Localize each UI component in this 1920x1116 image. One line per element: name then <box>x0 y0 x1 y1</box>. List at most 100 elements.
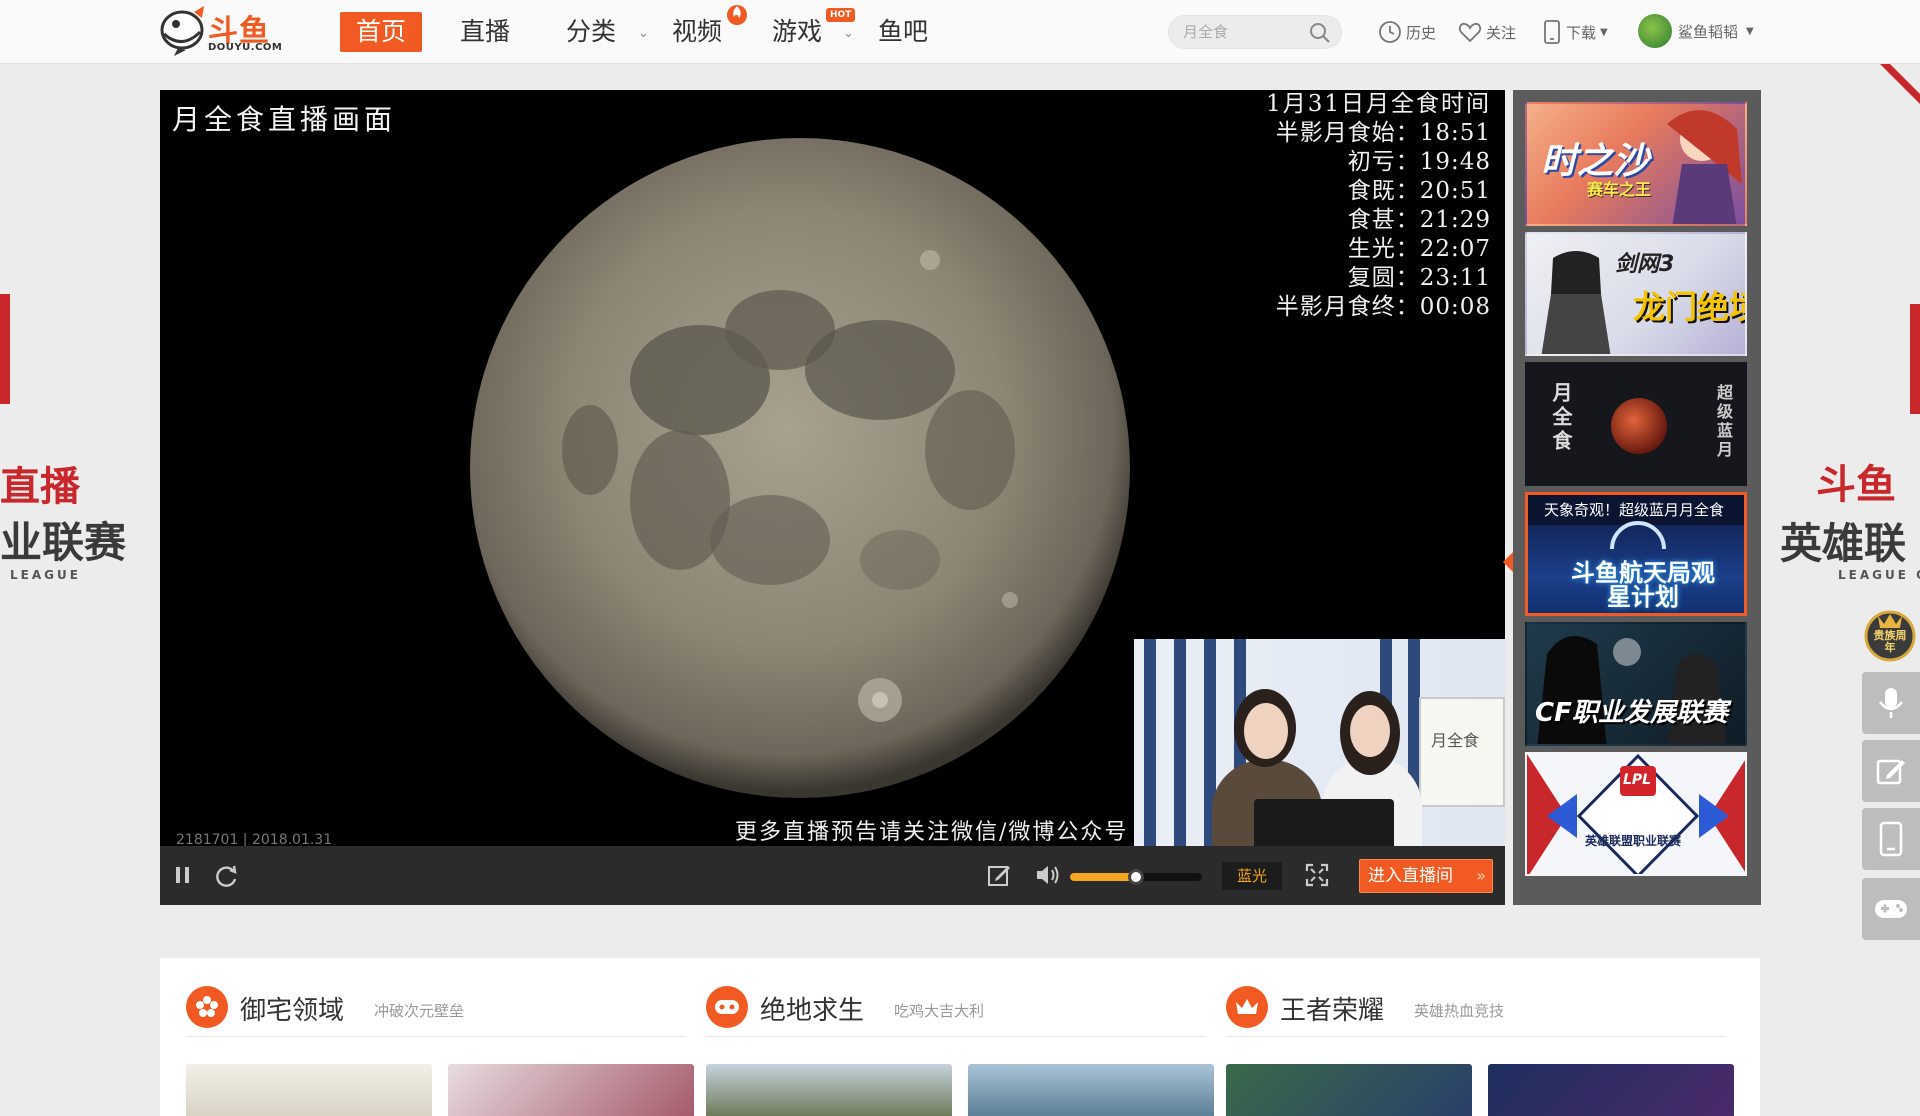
schedule-row: 初亏：19:48 <box>1347 149 1491 175</box>
rail-item[interactable]: 剑网3 龙门绝境 <box>1525 232 1747 356</box>
mic-button[interactable] <box>1862 672 1920 734</box>
category-header[interactable]: 御宅领域 冲破次元壁垒 <box>186 982 686 1032</box>
flower-icon <box>186 986 228 1028</box>
vip-badge-label: 贵族周年 <box>1873 629 1907 654</box>
phone-icon <box>1879 821 1903 857</box>
schedule-row: 生光：22:07 <box>1347 236 1491 262</box>
douyu-logo[interactable]: 斗鱼 DOUYU.COM <box>158 4 282 58</box>
stream-thumbnail[interactable] <box>186 1064 432 1116</box>
double-chevron-right-icon: » <box>1476 866 1486 885</box>
volume-icon[interactable] <box>1034 862 1062 888</box>
video-area[interactable]: 月全食直播画面 1月31日月全食时间 半影月食始：18:51 初亏：19:48 … <box>160 90 1505 846</box>
right-banner-line2: 英雄联 <box>1780 519 1907 568</box>
edit-icon[interactable] <box>986 862 1012 888</box>
category-subtitle: 冲破次元壁垒 <box>374 1002 465 1020</box>
volume-slider[interactable] <box>1070 869 1202 885</box>
right-banner-red-mark <box>1910 304 1920 414</box>
stream-thumbnail[interactable] <box>1488 1064 1734 1116</box>
video-overlay-title: 月全食直播画面 <box>172 103 397 136</box>
rail-item-subtitle: 斗鱼航天局观星计划 <box>1571 559 1715 611</box>
gamepad-icon <box>706 986 748 1028</box>
moon-image <box>470 138 1130 798</box>
stream-thumbnail[interactable] <box>968 1064 1214 1116</box>
nav-live[interactable]: 直播 <box>460 12 510 52</box>
live-player[interactable]: 月全食直播画面 1月31日月全食时间 半影月食始：18:51 初亏：19:48 … <box>160 90 1505 905</box>
schedule-row: 半影月食始：18:51 <box>1275 120 1491 146</box>
rail-character-art <box>1541 251 1611 354</box>
category-divider <box>1226 1036 1726 1037</box>
fire-icon <box>727 5 747 25</box>
clock-icon <box>1379 21 1401 43</box>
category-divider <box>706 1036 1206 1037</box>
fullscreen-icon[interactable] <box>1304 862 1330 888</box>
nav-fishbar[interactable]: 鱼吧 <box>878 12 928 52</box>
rail-item-title: LPL <box>1623 772 1652 788</box>
stream-thumbnail[interactable] <box>706 1064 952 1116</box>
follow-button[interactable]: 关注 <box>1458 18 1516 46</box>
feedback-button[interactable] <box>1862 740 1920 802</box>
right-banner-corner-icon <box>1880 64 1920 104</box>
right-banner-line3: LEAGUE O <box>1838 568 1920 582</box>
video-stamp: 2181701 | 2018.01.31 <box>176 832 333 846</box>
mobile-icon <box>1544 20 1560 44</box>
schedule-row: 食既：20:51 <box>1347 178 1491 204</box>
category-header[interactable]: 王者荣耀 英雄热血竞技 <box>1226 982 1726 1032</box>
schedule-row: 半影月食终：00:08 <box>1275 294 1491 320</box>
pause-icon[interactable] <box>170 862 196 888</box>
search-input[interactable] <box>1183 16 1313 48</box>
refresh-icon[interactable] <box>212 862 240 890</box>
stream-thumbnail[interactable] <box>1226 1064 1472 1116</box>
picture-in-picture-feed: 月全食 <box>1134 639 1505 846</box>
user-menu[interactable]: 鲨鱼韬韬 ▼ <box>1638 14 1754 48</box>
nav-video[interactable]: 视频 <box>672 12 722 52</box>
rail-item-title: 剑网3 <box>1615 252 1675 277</box>
rail-item-active[interactable]: 天象奇观！超级蓝月月全食 斗鱼航天局观星计划 <box>1525 492 1747 616</box>
fish-logo-icon <box>160 6 204 56</box>
top-header: 斗鱼 DOUYU.COM 首页 直播 分类 ⌄ 视频 游戏 HOT ⌄ 鱼吧 历… <box>0 0 1920 64</box>
featured-rail: 时之沙 赛车之王 剑网3 龙门绝境 月全食 超级蓝月 天象奇观！超级蓝月月全食 … <box>1513 90 1761 905</box>
hot-badge: HOT <box>826 8 856 22</box>
game-center-button[interactable] <box>1862 878 1920 940</box>
rail-item-title: CF职业发展联赛 <box>1535 698 1728 728</box>
volume-knob[interactable] <box>1128 869 1144 885</box>
whiteboard: 月全食 <box>1419 697 1505 807</box>
stream-thumbnail[interactable] <box>448 1064 694 1116</box>
nav-home[interactable]: 首页 <box>340 12 423 52</box>
avatar[interactable] <box>1638 14 1672 48</box>
rail-item[interactable]: LPL 英雄联盟职业联赛 <box>1525 752 1747 876</box>
category-chevron-down-icon[interactable]: ⌄ <box>638 26 649 41</box>
rail-item[interactable]: 时之沙 赛车之王 <box>1525 102 1747 226</box>
nav-game[interactable]: 游戏 <box>772 12 822 52</box>
game-chevron-down-icon[interactable]: ⌄ <box>843 26 854 41</box>
right-side-banner[interactable]: 斗鱼 英雄联 LEAGUE O <box>1760 64 1920 664</box>
history-button[interactable]: 历史 <box>1378 18 1436 46</box>
rail-item[interactable]: CF职业发展联赛 <box>1525 622 1747 746</box>
search-icon[interactable] <box>1309 22 1331 44</box>
eclipse-schedule: 1月31日月全食时间 半影月食始：18:51 初亏：19:48 食既：20:51… <box>1266 90 1491 322</box>
follow-label: 关注 <box>1486 23 1517 42</box>
enter-room-button[interactable]: 进入直播间 » <box>1359 859 1493 893</box>
left-banner-line3: LEAGUE <box>10 568 81 582</box>
volume-fill <box>1070 873 1136 881</box>
user-caret-icon: ▼ <box>1746 25 1754 37</box>
active-indicator-arrow <box>1503 552 1513 572</box>
crown-icon <box>1226 986 1268 1028</box>
left-side-banner[interactable]: 直播 业联赛 LEAGUE <box>0 64 160 624</box>
download-button[interactable]: 下载 ▼ <box>1542 18 1608 46</box>
rail-character-art <box>1667 110 1742 224</box>
rail-item-title: 天象奇观！超级蓝月月全食 <box>1544 501 1725 519</box>
category-header[interactable]: 绝地求生 吃鸡大吉大利 <box>706 982 1206 1032</box>
edit-icon <box>1876 759 1905 785</box>
quality-button[interactable]: 蓝光 <box>1222 862 1282 890</box>
video-bottom-caption: 更多直播预告请关注微信/微博公众号 <box>735 820 1129 845</box>
red-moon-icon <box>1611 398 1667 454</box>
rail-item-title: 月全食 <box>1549 382 1573 454</box>
vip-anniversary-badge[interactable]: 贵族周年 <box>1862 606 1918 662</box>
nav-category[interactable]: 分类 <box>566 12 616 52</box>
username: 鲨鱼韬韬 <box>1678 22 1739 41</box>
left-banner-red-mark <box>0 294 10 404</box>
rail-item[interactable]: 月全食 超级蓝月 <box>1525 362 1747 486</box>
logo-subtitle: DOUYU.COM <box>208 42 283 53</box>
history-label: 历史 <box>1406 23 1437 42</box>
mobile-app-button[interactable] <box>1862 808 1920 870</box>
